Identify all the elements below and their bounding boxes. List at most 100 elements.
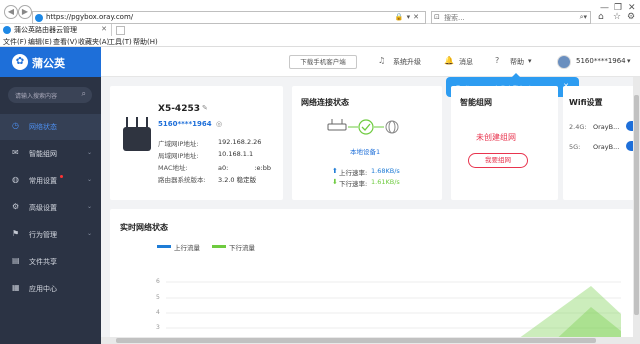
legend-upload-swatch (157, 245, 171, 248)
menu-tools[interactable]: 工具(T) (108, 37, 132, 47)
home-icon[interactable]: ⌂ (598, 12, 604, 22)
download-client-button[interactable]: 下载手机客户端 (289, 55, 357, 69)
address-url[interactable]: https://pgybox.oray.com/ (46, 13, 133, 21)
sidebar-item-smart-network[interactable]: ✉ 智能组网 ⌄ (0, 141, 101, 167)
traffic-chart-plot (166, 281, 621, 344)
legend-upload-label: 上行流量 (174, 244, 200, 252)
back-button[interactable]: ◀ (4, 5, 18, 19)
chevron-down-icon: ⌄ (86, 203, 92, 210)
menu-edit[interactable]: 编辑(E) (28, 37, 52, 47)
wifi-settings-card: Wifi设置 2.4G: OrayB... 5G: OrayB... (563, 86, 640, 200)
help-caret-icon[interactable]: ▾ (528, 57, 532, 65)
tooltip-arrow (512, 73, 520, 77)
info-label: 路由器系统版本: (158, 176, 206, 184)
grid-icon: ▦ (12, 283, 20, 292)
sidebar-search[interactable]: 请输入搜索内容 ⌕ (8, 87, 92, 103)
favorites-star-icon[interactable]: ☆ (613, 12, 621, 22)
device-card: X5-4253 ✎ 5160****1964 ◎ 广域网IP地址: 192.16… (110, 86, 283, 200)
sidebar-item-label: 高级设置 (29, 204, 57, 212)
sidebar-item-network-status[interactable]: ◷ 网络状态 (0, 114, 101, 140)
realtime-network-card: 实时网络状态 上行流量 下行流量 6 5 4 3 (110, 209, 633, 344)
browser-search-box[interactable]: ⊡ 搜索... ⌕▾ (431, 11, 591, 24)
download-label: 下行速率: (339, 180, 368, 188)
sidebar-search-input[interactable]: 请输入搜索内容 (15, 91, 57, 100)
tab-close-icon[interactable]: ✕ (101, 25, 107, 33)
sidebar-item-advanced-settings[interactable]: ⚙ 高级设置 ⌄ (0, 195, 101, 221)
smart-network-status: 未创建组网 (476, 133, 516, 142)
sidebar-item-app-center[interactable]: ▦ 应用中心 (0, 276, 101, 302)
dandelion-logo-icon: ✿ (12, 54, 28, 70)
sidebar-item-common-settings[interactable]: ◍ 常用设置 ⌄ (0, 168, 101, 194)
sidebar-item-behavior-management[interactable]: ⚑ 行为管理 ⌄ (0, 222, 101, 248)
card-title: 实时网络状态 (120, 223, 168, 232)
system-upgrade-link[interactable]: 系统升级 (393, 57, 421, 67)
brand-logo[interactable]: ✿ 蒲公英 (0, 47, 101, 77)
help-menu[interactable]: 帮助 (510, 57, 524, 67)
upload-label: 上行速率: (339, 169, 368, 177)
wifi-ssid: OrayB... (593, 123, 620, 131)
card-title: Wifi设置 (569, 98, 603, 107)
browser-tab[interactable]: 蒲公英路由器云管理 ✕ (0, 24, 112, 36)
create-network-button[interactable]: 我要组网 (468, 153, 528, 168)
info-label: MAC地址: (158, 164, 188, 172)
sidebar-item-label: 智能组网 (29, 150, 57, 158)
wifi-band-label: 5G: (569, 143, 581, 151)
sidebar-item-label: 文件共享 (29, 258, 57, 266)
mail-icon: ✉ (12, 148, 19, 157)
info-label: 广域网IP地址: (158, 140, 199, 148)
help-icon[interactable]: ? (495, 56, 499, 65)
menu-favorites[interactable]: 收藏夹(A) (78, 37, 109, 47)
edit-icon[interactable]: ✎ (202, 104, 208, 112)
message-icon[interactable]: 🔔 (444, 56, 454, 65)
legend-download-label: 下行流量 (229, 244, 255, 252)
network-topology-diagram (327, 119, 399, 135)
horizontal-scrollbar-thumb[interactable] (116, 338, 596, 343)
notification-dot (60, 175, 63, 178)
browser-search-input[interactable]: 搜索... (444, 13, 465, 23)
ie-icon (35, 14, 43, 22)
y-tick-label: 5 (156, 294, 160, 301)
scrollbar-thumb[interactable] (634, 95, 639, 315)
device-account: 5160****1964 (158, 120, 212, 128)
settings-gear-icon[interactable]: ⚙ (627, 12, 635, 22)
y-tick-label: 3 (156, 324, 160, 331)
folder-icon: ▤ (12, 256, 20, 265)
menu-view[interactable]: 查看(V) (53, 37, 77, 47)
username-menu[interactable]: 5160****1964 (576, 57, 626, 65)
chevron-down-icon: ⌄ (86, 149, 92, 156)
local-device-link[interactable]: 本地设备1 (350, 146, 380, 156)
smart-network-card: 智能组网 未创建组网 我要组网 (451, 86, 558, 200)
search-icon[interactable]: ⌕▾ (580, 13, 587, 22)
messages-link[interactable]: 消息 (459, 57, 473, 67)
sidebar-item-label: 应用中心 (29, 285, 57, 293)
search-engine-icon: ⊡ (434, 13, 440, 21)
tab-favicon-icon (3, 26, 11, 34)
y-tick-label: 6 (156, 278, 160, 285)
mac-value: a0: :e:bb (218, 164, 271, 172)
gear-icon: ⚙ (12, 202, 20, 211)
lan-ip-value: 10.168.1.1 (218, 150, 254, 158)
tab-title: 蒲公英路由器云管理 (14, 26, 77, 34)
new-tab-button[interactable] (116, 26, 125, 35)
search-icon[interactable]: ⌕ (82, 89, 86, 99)
forward-button[interactable]: ▶ (18, 5, 32, 19)
wan-ip-value: 192.168.2.26 (218, 138, 262, 146)
legend-download-swatch (212, 245, 226, 248)
card-title: 网络连接状态 (301, 98, 349, 107)
bell-icon[interactable]: ♫ (378, 56, 385, 65)
avatar[interactable] (557, 55, 571, 69)
sidebar-item-file-share[interactable]: ▤ 文件共享 (0, 249, 101, 275)
menu-file[interactable]: 文件(F) (3, 37, 27, 47)
eye-hidden-icon[interactable]: ◎ (216, 120, 222, 128)
y-tick-label: 4 (156, 309, 160, 316)
info-label: 局域网IP地址: (158, 152, 199, 160)
address-actions[interactable]: 🔒▾✕ (395, 13, 422, 21)
globe-icon: ◍ (12, 175, 19, 184)
brand-name: 蒲公英 (32, 57, 65, 70)
address-bar[interactable]: https://pgybox.oray.com/ 🔒▾✕ (32, 11, 426, 24)
download-arrow-icon: ⬇ (332, 178, 338, 186)
upload-arrow-icon: ⬆ (332, 167, 338, 175)
menu-help[interactable]: 帮助(H) (133, 37, 158, 47)
user-caret-icon[interactable]: ▾ (627, 57, 631, 65)
card-title: 智能组网 (460, 98, 492, 107)
